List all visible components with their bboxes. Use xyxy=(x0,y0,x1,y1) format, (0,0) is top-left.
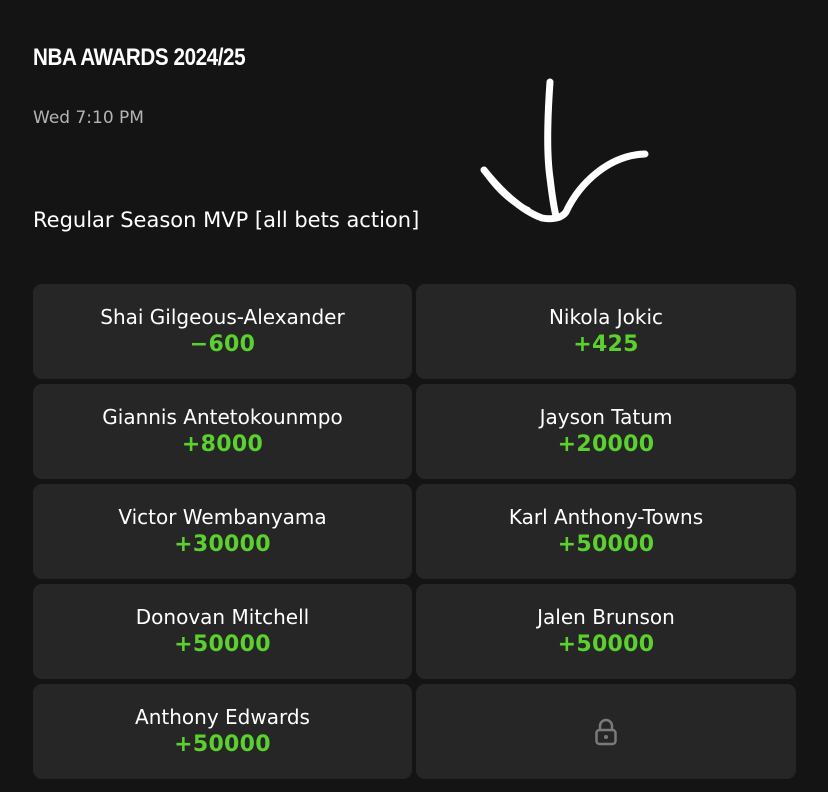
selection-nikola-jokic[interactable]: Nikola Jokic +425 xyxy=(416,284,796,379)
player-name: Karl Anthony-Towns xyxy=(508,504,704,529)
selection-jalen-brunson[interactable]: Jalen Brunson +50000 xyxy=(416,584,796,679)
selection-victor-wembanyama[interactable]: Victor Wembanyama +30000 xyxy=(33,484,412,579)
odds-value: +50000 xyxy=(557,531,655,557)
player-name: Jayson Tatum xyxy=(539,404,673,429)
player-name: Shai Gilgeous-Alexander xyxy=(100,304,345,329)
odds-value: +8000 xyxy=(181,431,264,457)
odds-value: +20000 xyxy=(557,431,655,457)
odds-value: +50000 xyxy=(174,731,271,757)
odds-value: −600 xyxy=(189,331,256,357)
player-name: Giannis Antetokounmpo xyxy=(102,404,343,429)
selection-karl-anthony-towns[interactable]: Karl Anthony-Towns +50000 xyxy=(416,484,796,579)
odds-value: +50000 xyxy=(174,631,271,657)
locked-selection xyxy=(416,684,796,779)
player-name: Donovan Mitchell xyxy=(135,604,310,629)
selection-anthony-edwards[interactable]: Anthony Edwards +50000 xyxy=(33,684,412,779)
odds-value: +425 xyxy=(573,331,639,357)
player-name: Anthony Edwards xyxy=(135,704,310,729)
odds-value: +50000 xyxy=(557,631,655,657)
odds-grid: Shai Gilgeous-Alexander −600 Nikola Joki… xyxy=(33,284,796,779)
hand-drawn-arrow-icon xyxy=(480,78,649,223)
odds-value: +30000 xyxy=(174,531,271,557)
player-name: Jalen Brunson xyxy=(537,604,675,629)
lock-icon xyxy=(595,718,617,745)
market-title: Regular Season MVP [all bets action] xyxy=(33,208,420,232)
selection-giannis-antetokounmpo[interactable]: Giannis Antetokounmpo +8000 xyxy=(33,384,412,479)
selection-donovan-mitchell[interactable]: Donovan Mitchell +50000 xyxy=(33,584,412,679)
selection-jayson-tatum[interactable]: Jayson Tatum +20000 xyxy=(416,384,796,479)
event-title: NBA AWARDS 2024/25 xyxy=(33,44,246,71)
player-name: Victor Wembanyama xyxy=(118,504,327,529)
player-name: Nikola Jokic xyxy=(548,304,664,329)
selection-shai-gilgeous-alexander[interactable]: Shai Gilgeous-Alexander −600 xyxy=(33,284,412,379)
event-time: Wed 7:10 PM xyxy=(33,108,144,128)
